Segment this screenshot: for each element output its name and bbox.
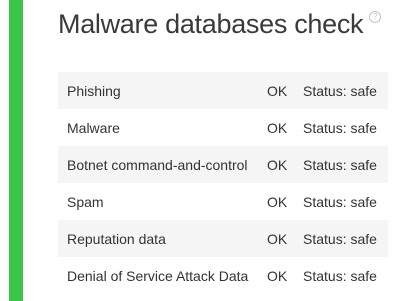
malware-check-panel: Malware databases check ? Phishing OK St… <box>58 0 399 301</box>
status-text: Status: safe <box>303 119 377 136</box>
check-result: OK <box>267 193 288 210</box>
check-result: OK <box>267 156 288 173</box>
table-row: Reputation data OK Status: safe <box>58 220 388 257</box>
check-result: OK <box>267 267 288 284</box>
table-row: Spam OK Status: safe <box>58 183 388 220</box>
database-name: Phishing <box>67 82 121 99</box>
database-name: Malware <box>67 119 120 136</box>
status-text: Status: safe <box>303 193 377 210</box>
table-row: Malware OK Status: safe <box>58 109 388 146</box>
table-row: Phishing OK Status: safe <box>58 72 388 109</box>
check-result: OK <box>267 82 288 99</box>
database-name: Denial of Service Attack Data <box>67 267 249 284</box>
status-text: Status: safe <box>303 82 377 99</box>
page-title: Malware databases check <box>58 9 364 39</box>
table-row: Botnet command-and-control OK Status: sa… <box>58 146 388 183</box>
check-result: OK <box>267 119 288 136</box>
status-text: Status: safe <box>303 230 377 247</box>
table-row: Denial of Service Attack Data OK Status:… <box>58 257 388 294</box>
status-text: Status: safe <box>303 156 377 173</box>
database-name: Reputation data <box>67 230 166 247</box>
database-name: Botnet command-and-control <box>67 156 248 173</box>
check-result: OK <box>267 230 288 247</box>
databases-table: Phishing OK Status: safe Malware OK Stat… <box>58 72 388 294</box>
accent-bar <box>9 0 23 301</box>
database-name: Spam <box>67 193 104 210</box>
title-row: Malware databases check ? <box>58 8 382 40</box>
help-icon[interactable]: ? <box>369 11 382 23</box>
status-text: Status: safe <box>303 267 377 284</box>
